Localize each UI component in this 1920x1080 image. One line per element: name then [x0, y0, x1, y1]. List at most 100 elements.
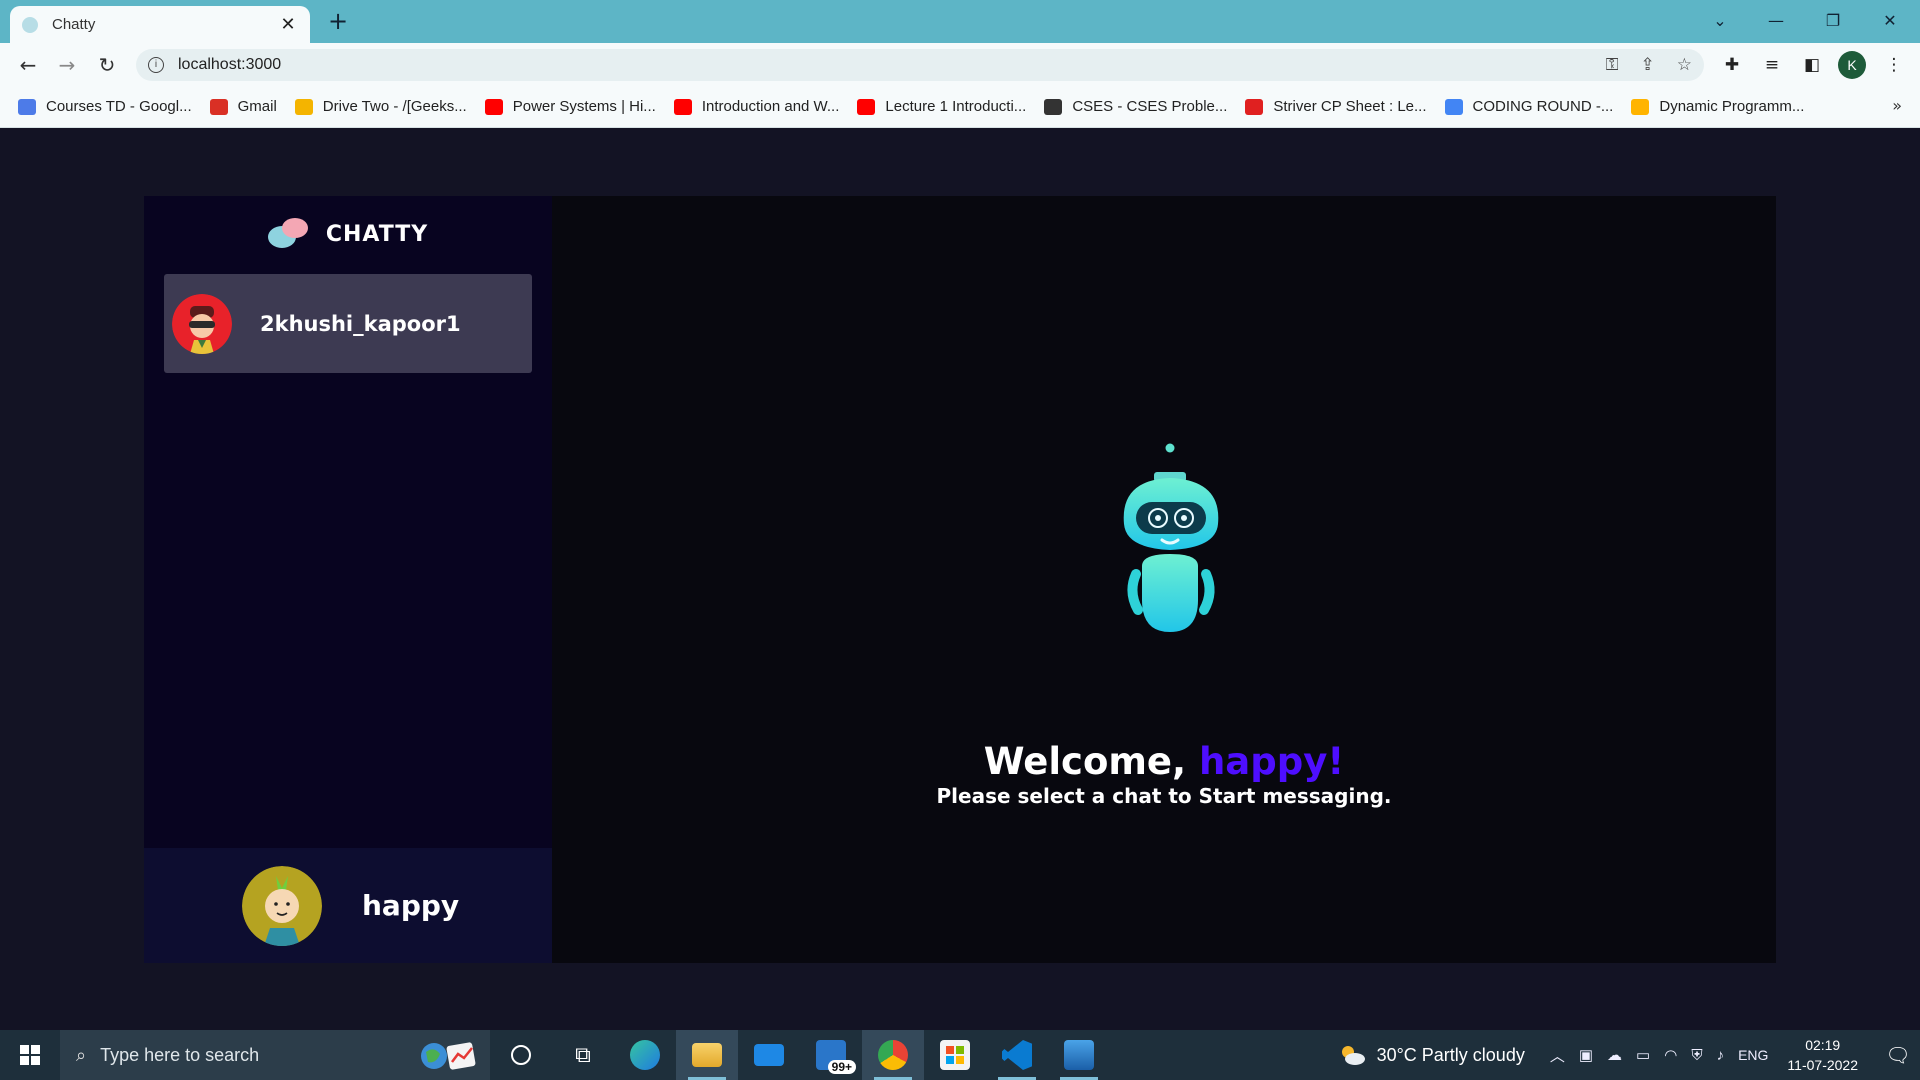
share-icon[interactable]: ⇪ — [1641, 55, 1655, 75]
tab-search-chevron-icon[interactable]: ⌄ — [1700, 6, 1740, 36]
clock-date: 11-07-2022 — [1787, 1057, 1858, 1073]
bookmark-favicon-icon — [484, 98, 503, 115]
bookmark-item[interactable]: Introduction and W... — [673, 98, 840, 115]
bookmark-item[interactable]: CSES - CSES Proble... — [1044, 98, 1227, 115]
extensions-puzzle-icon[interactable]: ✚ — [1720, 53, 1744, 77]
reload-icon[interactable]: ↻ — [93, 51, 121, 79]
restore-button[interactable]: ❐ — [1813, 6, 1853, 36]
key-icon[interactable]: ⚿ — [1606, 55, 1619, 75]
welcome-message: Welcome, happy! Please select a chat to … — [552, 741, 1776, 809]
search-highlights-icon — [418, 1038, 478, 1072]
bookmark-item[interactable]: Dynamic Programm... — [1631, 98, 1804, 115]
chrome-app[interactable] — [862, 1030, 924, 1080]
page-viewport: CHATTY 2khushi_kapoor1 happy Welcome, ha… — [0, 129, 1920, 1030]
tab-title: Chatty — [52, 16, 96, 33]
url-text[interactable]: localhost:3000 — [178, 56, 1584, 74]
chatty-favicon-icon — [22, 16, 38, 33]
contact-avatar — [172, 293, 232, 354]
bookmark-item[interactable]: Courses TD - Googl... — [18, 98, 192, 115]
mail-app[interactable] — [738, 1030, 800, 1080]
bookmark-item[interactable]: Striver CP Sheet : Le... — [1245, 98, 1427, 115]
brand-name: CHATTY — [325, 221, 429, 247]
windows-logo-icon — [20, 1045, 40, 1065]
photos-app[interactable] — [1048, 1030, 1110, 1080]
chat-bubbles-logo-icon — [267, 216, 308, 252]
task-view-icon: ⧉ — [575, 1042, 591, 1068]
close-window-button[interactable]: ✕ — [1870, 6, 1910, 36]
bookmark-star-icon[interactable]: ☆ — [1677, 55, 1692, 75]
site-info-icon[interactable]: i — [148, 57, 164, 73]
security-shield-icon[interactable]: ⛨ — [1691, 1047, 1702, 1064]
media-queue-icon[interactable]: ≡ — [1760, 53, 1784, 77]
bookmark-item[interactable]: Gmail — [209, 98, 277, 115]
bookmark-favicon-icon — [1044, 98, 1063, 115]
partly-cloudy-icon — [1339, 1044, 1365, 1066]
bookmark-favicon-icon — [209, 98, 228, 115]
bookmark-item[interactable]: Lecture 1 Introducti... — [857, 98, 1026, 115]
battery-icon[interactable]: ▭ — [1636, 1046, 1650, 1064]
search-placeholder: Type here to search — [100, 1044, 260, 1065]
taskbar-search-box[interactable]: ⌕ Type here to search — [60, 1030, 490, 1080]
browser-tab[interactable]: Chatty ✕ — [10, 6, 310, 43]
clock-time: 02:19 — [1805, 1037, 1841, 1053]
bookmark-label: Courses TD - Googl... — [46, 98, 192, 115]
contact-item[interactable]: 2khushi_kapoor1 — [164, 274, 532, 373]
notification-center-icon[interactable]: 🗨 — [1876, 1043, 1920, 1068]
photos-icon — [1064, 1040, 1094, 1070]
browser-tab-strip: Chatty ✕ + ⌄ — ❐ ✕ — [0, 0, 1920, 43]
brand: CHATTY — [144, 216, 552, 252]
bookmark-item[interactable]: Power Systems | Hi... — [484, 98, 656, 115]
show-hidden-icons-chevron-icon[interactable]: ︿ — [1550, 1045, 1565, 1066]
bookmark-label: Drive Two - /[Geeks... — [322, 98, 467, 115]
back-arrow-icon[interactable]: ← — [14, 51, 42, 79]
folder-icon — [692, 1043, 722, 1067]
bookmark-item[interactable]: Drive Two - /[Geeks... — [294, 98, 467, 115]
windows-taskbar: ⌕ Type here to search ⧉ 99+ 30°C Partly … — [0, 1030, 1920, 1080]
close-tab-icon[interactable]: ✕ — [278, 14, 298, 35]
vscode-app[interactable] — [986, 1030, 1048, 1080]
wifi-icon[interactable]: ◠ — [1664, 1046, 1677, 1064]
start-button[interactable] — [0, 1030, 60, 1080]
bookmark-label: CSES - CSES Proble... — [1072, 98, 1228, 115]
search-icon: ⌕ — [76, 1044, 87, 1066]
bookmark-favicon-icon — [857, 98, 876, 115]
minimize-button[interactable]: — — [1756, 6, 1796, 36]
new-tab-button[interactable]: + — [326, 8, 350, 34]
forward-arrow-icon[interactable]: → — [53, 51, 81, 79]
vscode-icon — [1002, 1040, 1032, 1070]
microsoft-store-app[interactable] — [924, 1030, 986, 1080]
onedrive-cloud-icon[interactable]: ☁ — [1607, 1046, 1622, 1064]
chrome-icon — [878, 1040, 908, 1070]
clock[interactable]: 02:19 11-07-2022 — [1787, 1035, 1858, 1075]
bookmark-item[interactable]: CODING ROUND -... — [1444, 98, 1614, 115]
bookmark-label: CODING ROUND -... — [1472, 98, 1614, 115]
bookmark-label: Introduction and W... — [701, 98, 840, 115]
bookmark-label: Striver CP Sheet : Le... — [1273, 98, 1427, 115]
weather-widget[interactable]: 30°C Partly cloudy — [1339, 1044, 1525, 1066]
current-user-avatar — [242, 865, 322, 946]
bookmark-favicon-icon — [673, 98, 692, 115]
bookmarks-overflow-chevron-icon[interactable]: » — [1892, 96, 1902, 115]
store-notifications-app[interactable]: 99+ — [800, 1030, 862, 1080]
edge-icon — [630, 1040, 660, 1070]
welcome-panel: Welcome, happy! Please select a chat to … — [552, 196, 1776, 963]
side-panel-icon[interactable]: ◧ — [1800, 53, 1824, 77]
welcome-subtitle: Please select a chat to Start messaging. — [936, 784, 1392, 808]
cortana-button[interactable] — [490, 1030, 552, 1080]
task-view-button[interactable]: ⧉ — [552, 1030, 614, 1080]
weather-text: 30°C Partly cloudy — [1376, 1044, 1525, 1065]
bookmark-favicon-icon — [1631, 98, 1650, 115]
cortana-circle-icon — [511, 1045, 531, 1065]
address-bar[interactable]: i localhost:3000 ⚿ ⇪ ☆ — [136, 49, 1704, 81]
meet-now-icon[interactable]: ▣ — [1579, 1046, 1593, 1064]
browser-toolbar: ← → ↻ i localhost:3000 ⚿ ⇪ ☆ ✚ ≡ ◧ K ⋮ — [0, 43, 1920, 86]
bookmarks-bar: Courses TD - Googl... Gmail Drive Two - /[… — [0, 86, 1920, 128]
language-indicator[interactable]: ENG — [1738, 1047, 1768, 1063]
menu-kebab-icon[interactable]: ⋮ — [1882, 53, 1906, 77]
bookmark-label: Lecture 1 Introducti... — [885, 98, 1027, 115]
file-explorer-app[interactable] — [676, 1030, 738, 1080]
edge-app[interactable] — [614, 1030, 676, 1080]
volume-icon[interactable]: ♪ — [1717, 1047, 1725, 1064]
profile-avatar[interactable]: K — [1838, 51, 1866, 79]
bookmark-favicon-icon — [1245, 98, 1264, 115]
